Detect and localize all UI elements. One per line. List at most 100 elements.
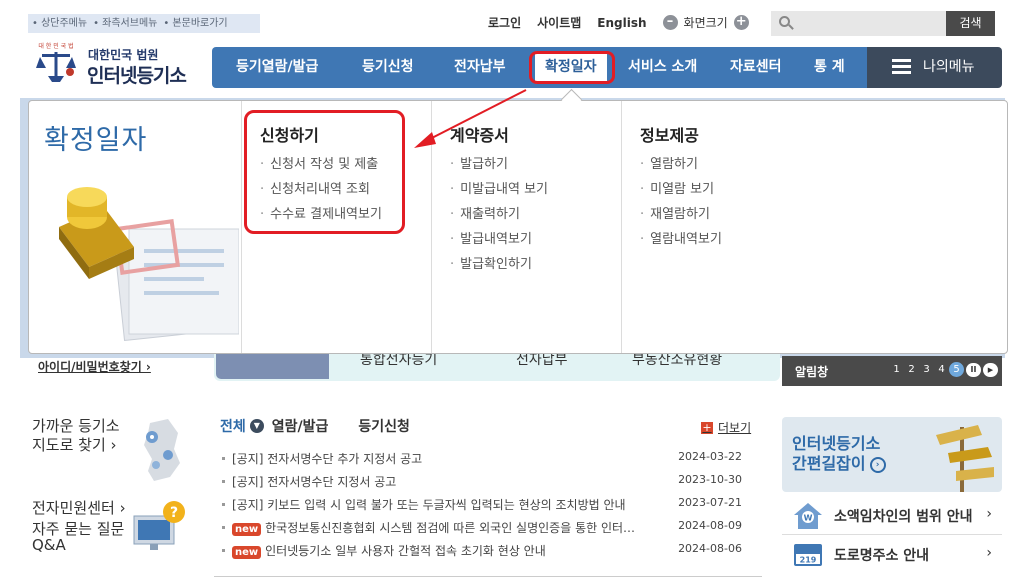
- utility-nav: 로그인 사이트맵 English – 화면크기 +: [488, 14, 749, 31]
- tab-all[interactable]: 전체: [220, 416, 246, 436]
- nav-e-payment[interactable]: 전자납부: [454, 47, 506, 88]
- faq-link[interactable]: 자주 묻는 질문 Q&A: [32, 521, 124, 553]
- alarm-pagination: 1 2 3 4 5 II ▶: [889, 362, 998, 377]
- skip-link-gnb[interactable]: • 상단주메뉴: [32, 18, 87, 29]
- menu-item-review[interactable]: 재열람하기: [640, 203, 722, 228]
- chevron-right-icon: ›: [986, 506, 992, 522]
- zoom-in-icon[interactable]: +: [733, 15, 749, 30]
- skip-links: • 상단주메뉴 • 좌측서브메뉴 • 본문바로가기: [28, 14, 260, 33]
- notice-title: [공지] 전자서명수단 지정서 공고: [232, 475, 397, 489]
- faq-line2: Q&A: [32, 536, 66, 554]
- notice-date: 2023-10-30: [678, 473, 742, 486]
- menu-item-issue-history[interactable]: 발급내역보기: [450, 228, 548, 253]
- highlight-apply-section: [244, 110, 405, 234]
- notice-date: 2024-03-22: [678, 450, 742, 463]
- arrow-circle-icon: ›: [869, 456, 886, 473]
- list-item[interactable]: [공지] 전자서명수단 지정서 공고 2023-10-30: [222, 470, 752, 493]
- svg-text:?: ?: [170, 505, 178, 521]
- menu-item-reprint[interactable]: 재출력하기: [450, 203, 548, 228]
- svg-text:대 한 민 국 법: 대 한 민 국 법: [38, 42, 73, 50]
- nav-registry-view[interactable]: 등기열람/발급: [236, 47, 318, 88]
- hamburger-icon: [892, 59, 911, 74]
- korea-map-icon: [144, 419, 180, 481]
- mega-menu-title: 확정일자: [44, 125, 148, 156]
- e-civil-center-link[interactable]: 전자민원센터 ›: [32, 497, 126, 518]
- svg-text:219: 219: [800, 556, 817, 565]
- more-link[interactable]: + 더보기: [701, 419, 751, 436]
- my-menu-button[interactable]: 나의메뉴: [867, 47, 1002, 88]
- alarm-page-2[interactable]: 2: [904, 364, 919, 375]
- small-lessee-range-link[interactable]: W 소액임차인의 범위 안내 ›: [782, 497, 1002, 535]
- notice-date: 2023-07-21: [678, 496, 742, 509]
- nav-service-intro[interactable]: 서비스 소개: [628, 47, 697, 88]
- annotation-arrow-icon: [414, 89, 527, 148]
- search-bar: 검색: [771, 11, 995, 36]
- nav-data-center[interactable]: 자료센터: [730, 47, 782, 88]
- tab-registry-apply[interactable]: 등기신청: [358, 416, 410, 436]
- mega-col-info-heading[interactable]: 정보제공: [640, 122, 699, 146]
- menu-item-issue-verify[interactable]: 발급확인하기: [450, 253, 548, 278]
- house-w-icon: W: [794, 503, 822, 529]
- zoom-label: 화면크기: [683, 16, 728, 30]
- english-link[interactable]: English: [597, 16, 646, 30]
- divider: [214, 576, 762, 577]
- easy-guide-title: 인터넷등기소 간편길잡이 ›: [792, 434, 886, 474]
- road-address-label: 도로명주소 안내: [834, 548, 930, 564]
- alarm-page-1[interactable]: 1: [889, 364, 904, 375]
- notice-date: 2024-08-09: [678, 519, 742, 532]
- next-icon[interactable]: ▶: [983, 362, 998, 377]
- menu-item-issue[interactable]: 발급하기: [450, 153, 548, 178]
- notice-title: 한국정보통신진흥협회 시스템 점검에 따른 외국인 실명인증을 통한 인터…: [265, 521, 636, 535]
- skip-link-lnb[interactable]: • 좌측서브메뉴: [93, 18, 157, 29]
- site-logo[interactable]: 대 한 민 국 법 대한민국 법원 인터넷등기소: [30, 40, 200, 88]
- tab-view-issue[interactable]: 열람/발급: [272, 416, 329, 436]
- alarm-page-4[interactable]: 4: [934, 364, 949, 375]
- notice-title-wrap: new 인터넷등기소 일부 사용자 간헐적 접속 초기화 현상 안내: [232, 542, 546, 559]
- alarm-page-3[interactable]: 3: [919, 364, 934, 375]
- easy-guide-banner[interactable]: 인터넷등기소 간편길잡이 ›: [782, 417, 1002, 492]
- sitemap-link[interactable]: 사이트맵: [537, 14, 581, 31]
- menu-item-view[interactable]: 열람하기: [640, 153, 722, 178]
- list-item[interactable]: [공지] 키보드 입력 시 입력 불가 또는 두글자씩 입력되는 현상의 조치방…: [222, 493, 752, 516]
- menu-item-unissued[interactable]: 미발급내역 보기: [450, 178, 548, 203]
- road-address-link[interactable]: 219 도로명주소 안내 ›: [782, 536, 1002, 574]
- zoom-out-icon[interactable]: –: [662, 15, 678, 30]
- id-password-find-link[interactable]: 아이디/비밀번호찾기 ›: [38, 358, 151, 375]
- monitor-question-icon: ?: [133, 501, 185, 550]
- new-badge: new: [232, 546, 262, 559]
- stamp-document-illustration: [59, 187, 239, 342]
- notice-title: 인터넷등기소 일부 사용자 간헐적 접속 초기화 현상 안내: [265, 544, 546, 558]
- svg-text:W: W: [804, 514, 813, 523]
- chevron-down-icon[interactable]: ▼: [249, 419, 264, 433]
- nearest-office-line2: 지도로 찾기 ›: [32, 436, 117, 454]
- easy-guide-line1: 인터넷등기소: [792, 434, 881, 453]
- highlight-nav-fixed-date: [529, 51, 615, 84]
- road-sign-icon: 219: [794, 544, 822, 566]
- search-input[interactable]: [797, 14, 937, 33]
- menu-item-unviewed[interactable]: 미열람 보기: [640, 178, 722, 203]
- skip-link-content[interactable]: • 본문바로가기: [163, 18, 227, 29]
- search-button[interactable]: 검색: [946, 11, 995, 36]
- menu-item-view-history[interactable]: 열람내역보기: [640, 228, 722, 253]
- faq-line1: 자주 묻는 질문: [32, 520, 125, 538]
- nearest-office-line1: 가까운 등기소: [32, 417, 120, 435]
- login-link[interactable]: 로그인: [488, 14, 521, 31]
- easy-guide-line2: 간편길잡이: [792, 454, 866, 473]
- list-item[interactable]: new 한국정보통신진흥협회 시스템 점검에 따른 외국인 실명인증을 통한 인터…: [222, 516, 752, 539]
- list-item[interactable]: new 인터넷등기소 일부 사용자 간헐적 접속 초기화 현상 안내 2024-08…: [222, 539, 752, 562]
- list-item[interactable]: [공지] 전자서명수단 추가 지정서 공고 2024-03-22: [222, 447, 752, 470]
- notice-tabs: 전체 ▼ 열람/발급 등기신청: [220, 416, 440, 436]
- small-lessee-label: 소액임차인의 범위 안내: [834, 509, 973, 525]
- my-menu-label: 나의메뉴: [923, 59, 975, 75]
- pause-icon[interactable]: II: [966, 362, 981, 377]
- plus-icon: +: [701, 420, 713, 434]
- logo-site-name: 인터넷등기소: [87, 65, 187, 87]
- nav-statistics[interactable]: 통 계: [814, 47, 845, 88]
- nav-registry-apply[interactable]: 등기신청: [362, 47, 414, 88]
- notice-date: 2024-08-06: [678, 542, 742, 555]
- nearest-office-link[interactable]: 가까운 등기소 지도로 찾기 ›: [32, 417, 120, 455]
- notice-list: [공지] 전자서명수단 추가 지정서 공고 2024-03-22 [공지] 전자서…: [222, 447, 752, 562]
- alarm-label: 알림창: [795, 365, 829, 379]
- notice-title-wrap: new 한국정보통신진흥협회 시스템 점검에 따른 외국인 실명인증을 통한 인터…: [232, 519, 635, 536]
- alarm-page-5[interactable]: 5: [949, 362, 964, 377]
